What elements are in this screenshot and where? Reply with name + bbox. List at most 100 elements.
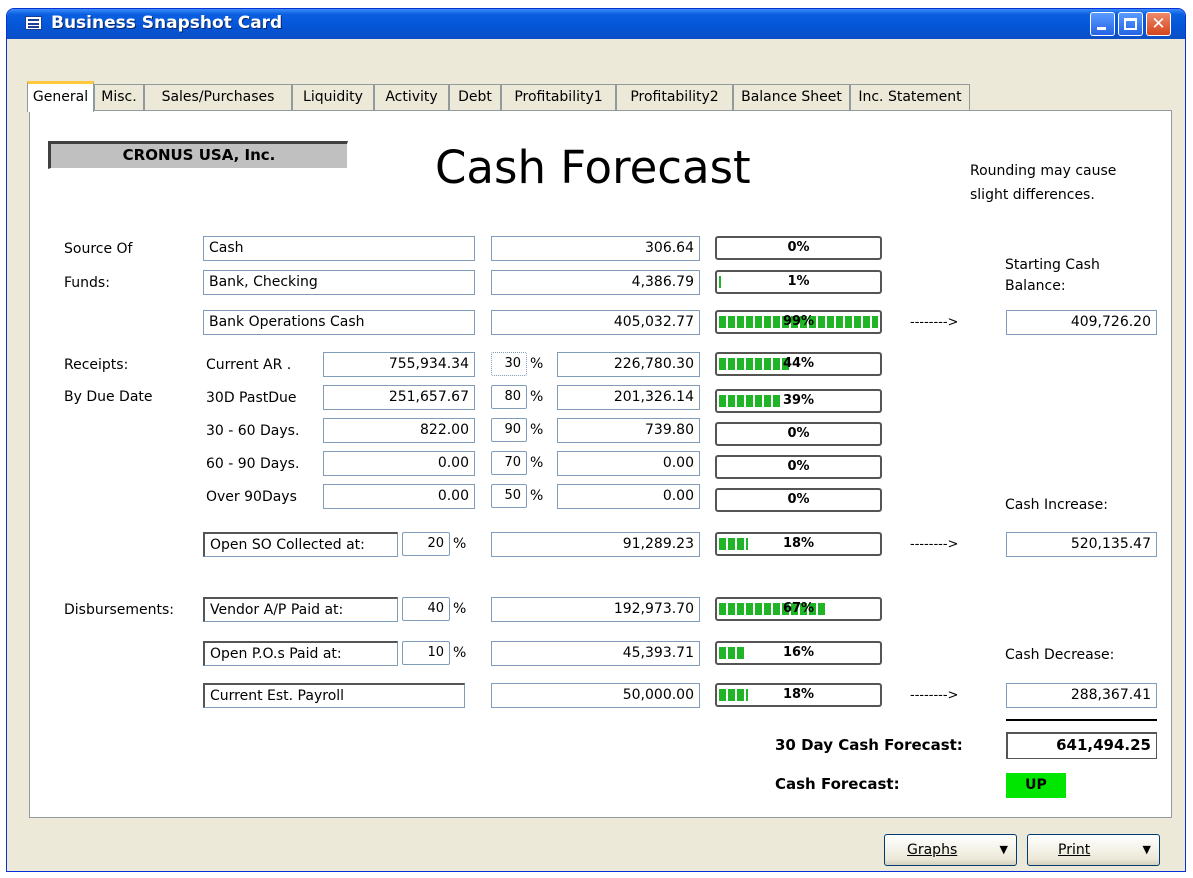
share-bar: 0% bbox=[715, 488, 882, 512]
cash-decrease-field[interactable]: 288,367.41 bbox=[1006, 683, 1157, 708]
share-bar: 39% bbox=[715, 389, 882, 413]
receipt-amount-field[interactable]: 201,326.14 bbox=[557, 385, 700, 410]
forecast-status-badge: UP bbox=[1006, 773, 1066, 798]
percent-sign: % bbox=[530, 356, 544, 372]
source-amount-field[interactable]: 306.64 bbox=[491, 236, 700, 261]
disbursement-amount-field[interactable]: 45,393.71 bbox=[491, 641, 700, 666]
minimize-icon bbox=[1097, 27, 1106, 30]
title-bar[interactable]: Business Snapshot Card ✕ bbox=[7, 9, 1185, 39]
forecast-30-day-field[interactable]: 641,494.25 bbox=[1006, 732, 1157, 759]
cash-forecast-label: Cash Forecast: bbox=[775, 775, 900, 793]
tab-misc[interactable]: Misc. bbox=[94, 84, 144, 111]
graphs-button[interactable]: Graphs ▼ bbox=[884, 834, 1017, 866]
share-bar-text: 67% bbox=[782, 601, 815, 616]
percent-sign: % bbox=[453, 536, 467, 552]
share-bar-text: 1% bbox=[787, 274, 810, 289]
collection-percent-field[interactable]: 30 bbox=[491, 352, 527, 376]
disbursement-label-field: Vendor A/P Paid at: bbox=[203, 597, 398, 622]
print-button[interactable]: Print ▼ bbox=[1027, 834, 1160, 866]
disbursement-percent-field[interactable]: 10 bbox=[402, 641, 450, 665]
general-panel: CRONUS USA, Inc. Cash Forecast Rounding … bbox=[29, 110, 1172, 818]
receipt-amount-field[interactable]: 0.00 bbox=[557, 451, 700, 476]
percent-sign: % bbox=[530, 422, 544, 438]
receipt-amount-field[interactable]: 226,780.30 bbox=[557, 352, 700, 377]
share-bar: 0% bbox=[715, 455, 882, 479]
share-bar-text: 0% bbox=[787, 426, 810, 441]
tab-general[interactable]: General bbox=[27, 81, 94, 112]
funds-label: Funds: bbox=[64, 275, 110, 291]
starting-cash-balance-field[interactable]: 409,726.20 bbox=[1006, 310, 1157, 335]
receipt-amount-field[interactable]: 0.00 bbox=[557, 484, 700, 509]
receipt-label: Over 90Days bbox=[206, 489, 297, 505]
disbursement-amount-field[interactable]: 192,973.70 bbox=[491, 597, 700, 622]
forecast-30-day-label: 30 Day Cash Forecast: bbox=[775, 736, 963, 754]
tab-debt[interactable]: Debt bbox=[449, 84, 501, 111]
receipt-label: Current AR . bbox=[206, 357, 292, 373]
window-title: Business Snapshot Card bbox=[51, 13, 283, 33]
open-so-amount-field[interactable]: 91,289.23 bbox=[491, 532, 700, 557]
receipt-label: 60 - 90 Days. bbox=[206, 456, 300, 472]
receipt-label: 30 - 60 Days. bbox=[206, 423, 300, 439]
starting-cash-label: Starting Cash bbox=[1005, 257, 1100, 273]
chevron-down-icon: ▼ bbox=[999, 843, 1008, 856]
percent-sign: % bbox=[530, 389, 544, 405]
source-name-field[interactable]: Bank, Checking bbox=[203, 270, 475, 295]
rounding-note-line: Rounding may cause bbox=[970, 163, 1117, 179]
receipt-balance-field[interactable]: 0.00 bbox=[323, 451, 475, 476]
percent-sign: % bbox=[453, 645, 467, 661]
disbursement-label-field: Current Est. Payroll bbox=[203, 683, 465, 708]
collection-percent-field[interactable]: 90 bbox=[491, 418, 527, 442]
share-bar: 16% bbox=[715, 641, 882, 665]
source-name-field[interactable]: Bank Operations Cash bbox=[203, 310, 475, 335]
share-bar-text: 44% bbox=[782, 356, 815, 371]
receipt-balance-field[interactable]: 755,934.34 bbox=[323, 352, 475, 377]
share-bar: 44% bbox=[715, 352, 882, 376]
rounding-note-line: slight differences. bbox=[970, 187, 1095, 203]
collection-percent-field[interactable]: 70 bbox=[491, 451, 527, 475]
tab-inc-statement[interactable]: Inc. Statement bbox=[850, 84, 970, 111]
source-amount-field[interactable]: 405,032.77 bbox=[491, 310, 700, 335]
share-bar-text: 18% bbox=[782, 687, 815, 702]
receipt-balance-field[interactable]: 251,657.67 bbox=[323, 385, 475, 410]
maximize-button[interactable] bbox=[1118, 12, 1143, 36]
source-amount-field[interactable]: 4,386.79 bbox=[491, 270, 700, 295]
tab-balance-sheet[interactable]: Balance Sheet bbox=[733, 84, 850, 111]
share-bar-text: 39% bbox=[782, 393, 815, 408]
share-bar-text: 0% bbox=[787, 459, 810, 474]
receipt-balance-field[interactable]: 0.00 bbox=[323, 484, 475, 509]
rounding-note: Rounding may cause slight differences. bbox=[970, 159, 1116, 207]
collection-percent-field[interactable]: 50 bbox=[491, 484, 527, 508]
share-bar-text: 99% bbox=[782, 314, 815, 329]
tab-profitability1[interactable]: Profitability1 bbox=[501, 84, 616, 111]
disbursement-amount-field[interactable]: 50,000.00 bbox=[491, 683, 700, 708]
receipt-balance-field[interactable]: 822.00 bbox=[323, 418, 475, 443]
tab-liquidity[interactable]: Liquidity bbox=[292, 84, 374, 111]
minimize-button[interactable] bbox=[1090, 12, 1115, 36]
share-bar: 1% bbox=[715, 270, 882, 294]
cash-increase-field[interactable]: 520,135.47 bbox=[1006, 532, 1157, 557]
share-bar-text: 0% bbox=[787, 492, 810, 507]
collection-percent-field[interactable]: 80 bbox=[491, 385, 527, 409]
source-of-label: Source Of bbox=[64, 241, 133, 257]
close-icon: ✕ bbox=[1151, 14, 1166, 34]
source-name-field[interactable]: Cash bbox=[203, 236, 475, 261]
receipt-amount-field[interactable]: 739.80 bbox=[557, 418, 700, 443]
app-window: Business Snapshot Card ✕ General Misc. S… bbox=[6, 8, 1186, 872]
share-bar-text: 16% bbox=[782, 645, 815, 660]
open-so-percent-field[interactable]: 20 bbox=[402, 532, 450, 556]
percent-sign: % bbox=[530, 488, 544, 504]
tab-profitability2[interactable]: Profitability2 bbox=[616, 84, 733, 111]
cash-increase-label: Cash Increase: bbox=[1005, 497, 1108, 513]
arrow-cash-decrease: --------> bbox=[910, 688, 959, 703]
close-button[interactable]: ✕ bbox=[1146, 12, 1171, 36]
disbursement-percent-field[interactable]: 40 bbox=[402, 597, 450, 621]
chevron-down-icon: ▼ bbox=[1142, 843, 1151, 856]
tab-sales-purchases[interactable]: Sales/Purchases bbox=[144, 84, 292, 111]
total-separator bbox=[1006, 719, 1157, 721]
starting-cash-label: Balance: bbox=[1005, 278, 1066, 294]
tab-activity[interactable]: Activity bbox=[374, 84, 449, 111]
company-name: CRONUS USA, Inc. bbox=[48, 141, 348, 169]
page-title: Cash Forecast bbox=[435, 141, 751, 194]
arrow-starting-cash: --------> bbox=[910, 315, 959, 330]
print-button-label: Print bbox=[1058, 842, 1091, 858]
